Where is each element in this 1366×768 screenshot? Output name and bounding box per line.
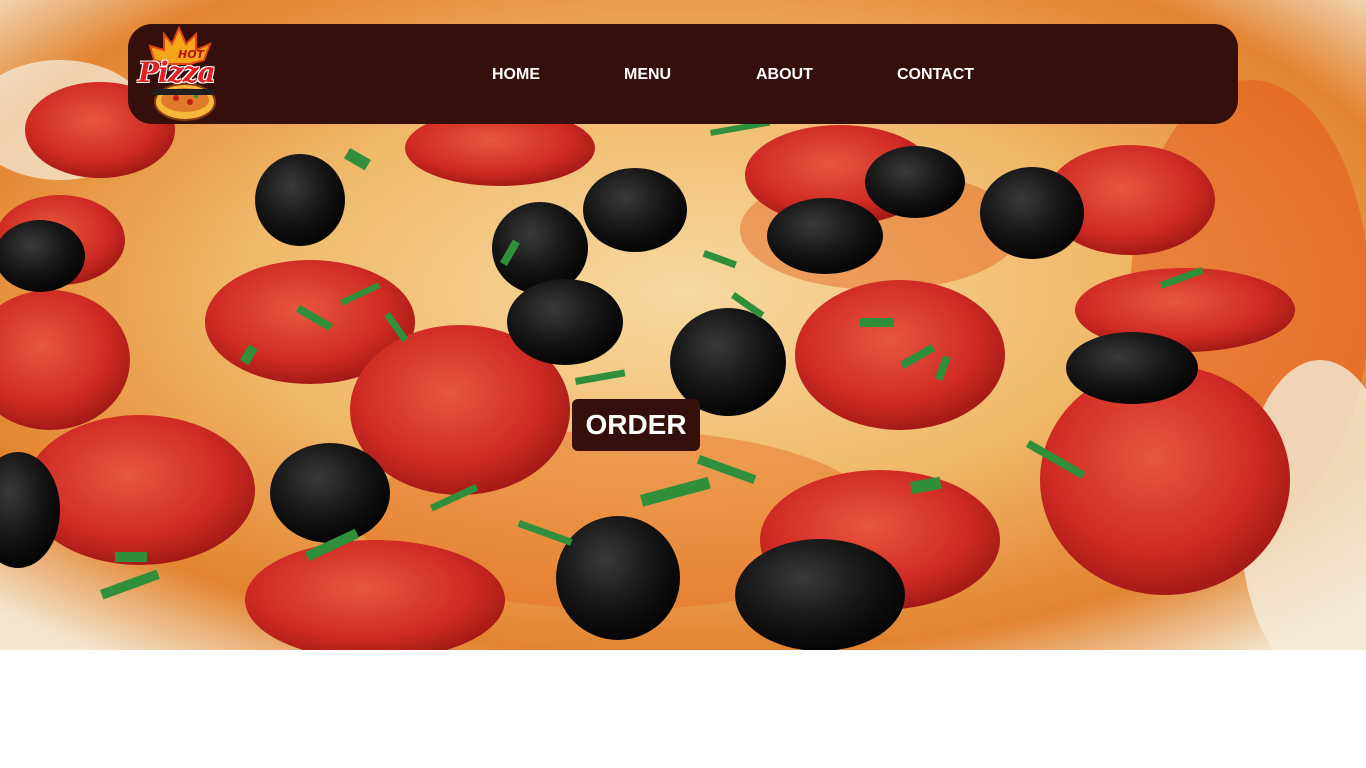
nav-link-menu[interactable]: MENU — [624, 66, 671, 84]
nav-link-home[interactable]: HOME — [492, 66, 540, 84]
nav-menu: HOME MENU ABOUT CONTACT — [128, 24, 1238, 124]
order-button[interactable]: ORDER — [572, 399, 700, 451]
nav-link-contact[interactable]: CONTACT — [897, 66, 974, 84]
top-navbar: HOT Pizza HOME MENU ABOUT CONTACT — [128, 24, 1238, 124]
hero-section: HOT Pizza HOME MENU ABOUT CONTACT ORDER — [0, 0, 1366, 650]
nav-link-about[interactable]: ABOUT — [756, 66, 813, 84]
